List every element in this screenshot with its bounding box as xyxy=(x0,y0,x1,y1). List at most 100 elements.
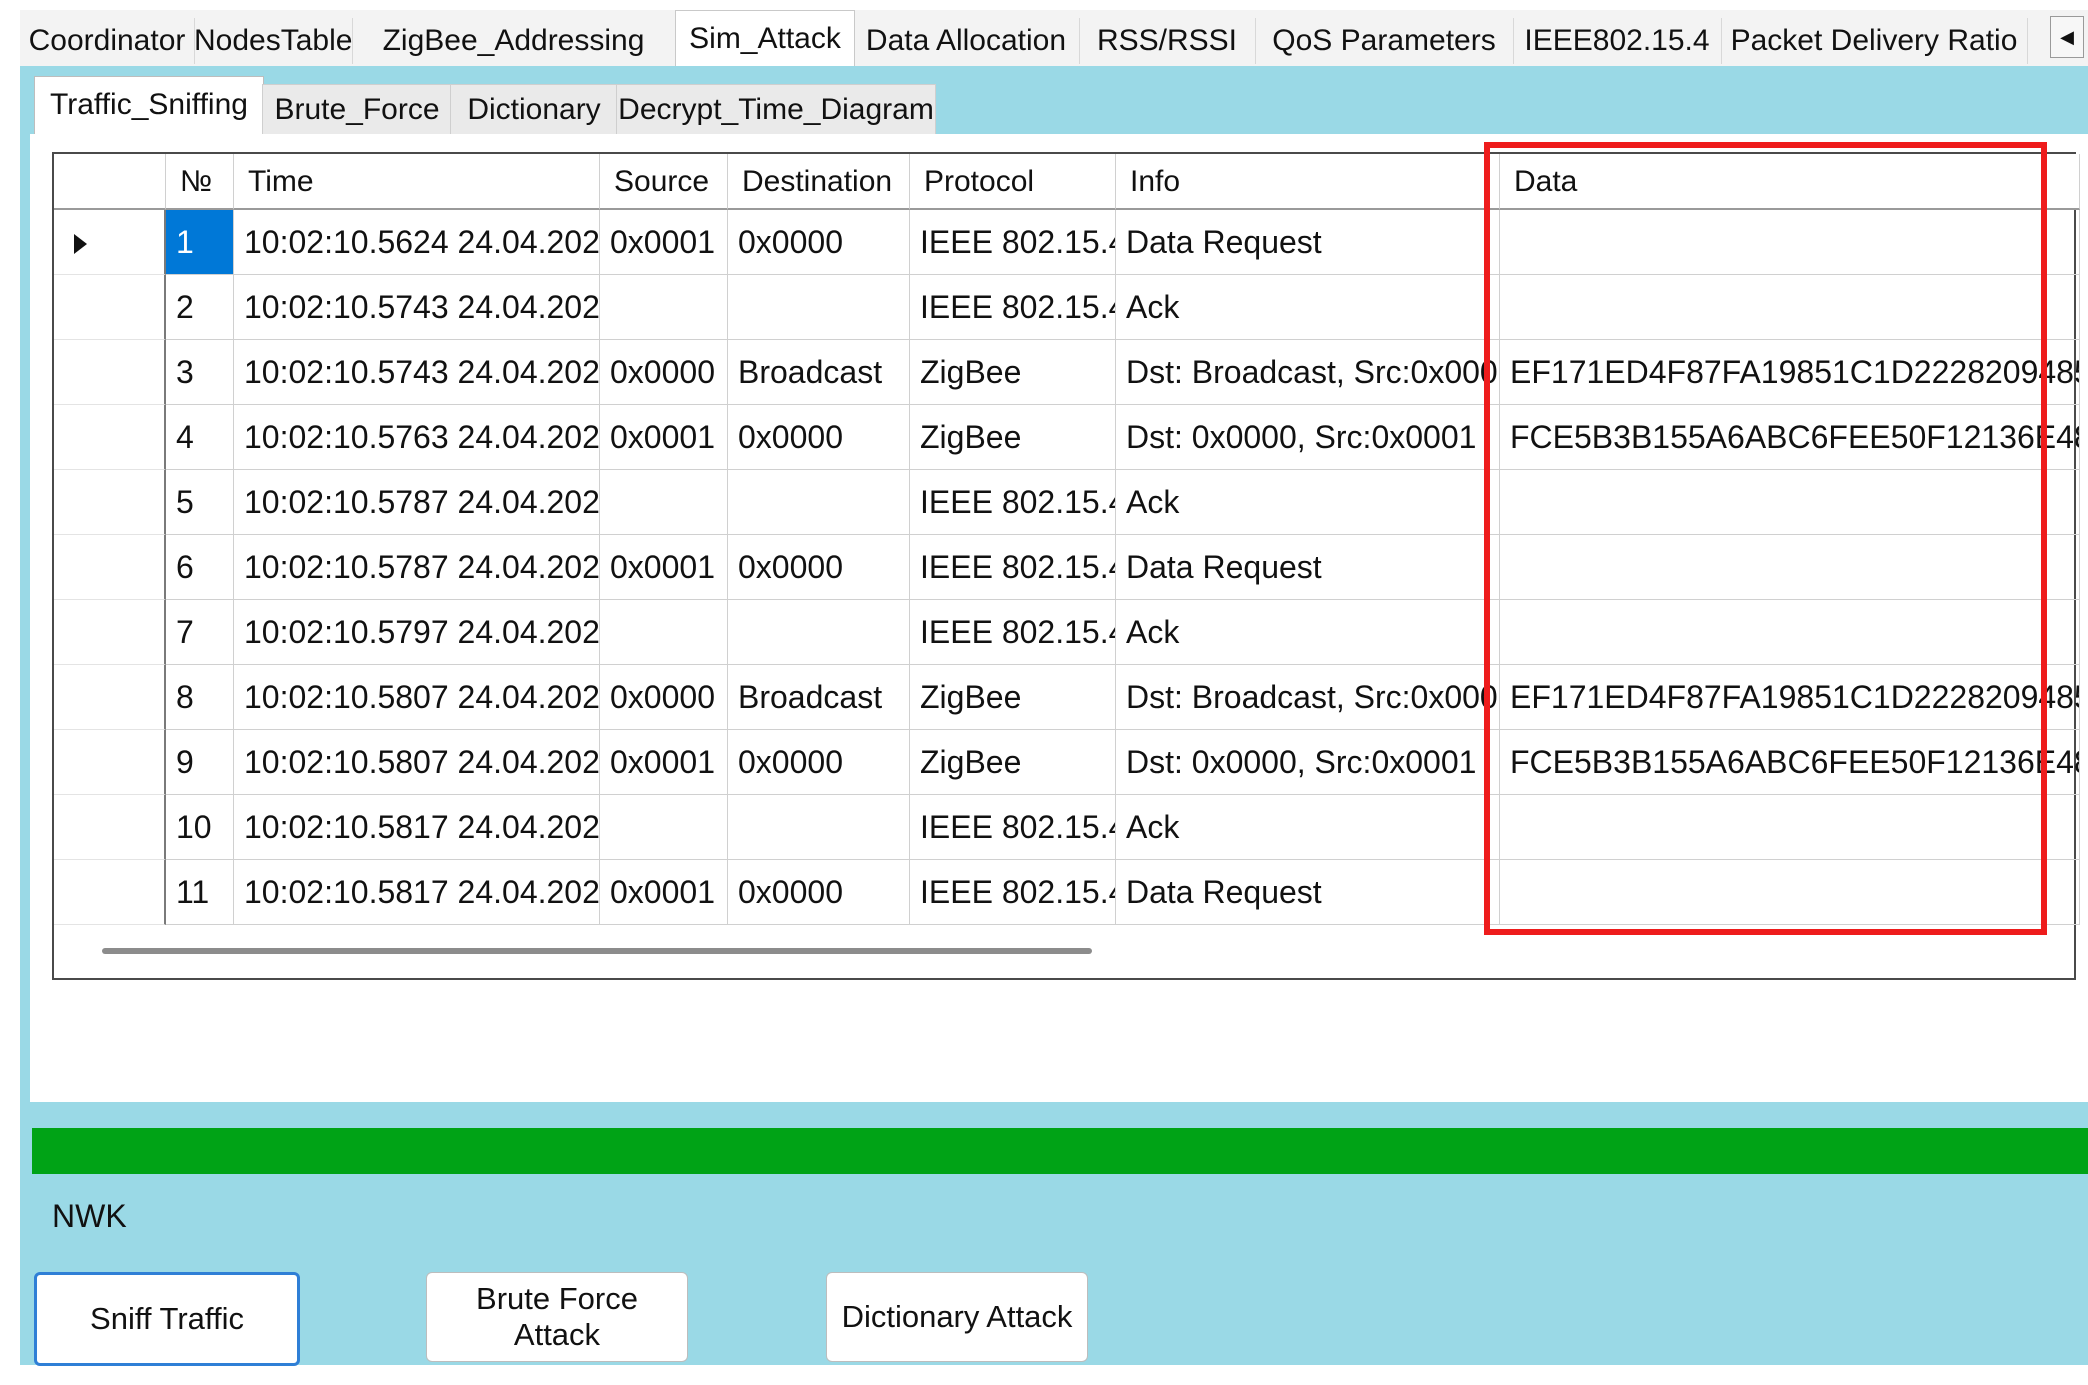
row-header[interactable] xyxy=(54,405,166,470)
row-header[interactable] xyxy=(54,600,166,665)
table-cell-destination[interactable] xyxy=(728,275,910,340)
tab-dictionary[interactable]: Dictionary xyxy=(450,84,618,135)
grid-corner-header[interactable] xyxy=(54,154,166,210)
table-cell-protocol[interactable]: IEEE 802.15.4 xyxy=(910,470,1116,535)
table-cell-source[interactable] xyxy=(600,470,728,535)
table-cell-source[interactable]: 0x0000 xyxy=(600,340,728,405)
table-cell-info[interactable]: Ack xyxy=(1116,470,1500,535)
tab-nodes-table[interactable]: NodesTable xyxy=(194,18,353,64)
column-header-info[interactable]: Info xyxy=(1116,154,1500,210)
table-cell-info[interactable]: Ack xyxy=(1116,275,1500,340)
table-cell-number[interactable]: 1 xyxy=(166,210,234,275)
row-header[interactable] xyxy=(54,730,166,795)
table-cell-info[interactable]: Dst: 0x0000, Src:0x0001 xyxy=(1116,405,1500,470)
column-header-data[interactable]: Data xyxy=(1500,154,2080,210)
table-cell-data[interactable] xyxy=(1500,275,2080,340)
table-cell-source[interactable]: 0x0001 xyxy=(600,535,728,600)
table-cell-protocol[interactable]: ZigBee xyxy=(910,405,1116,470)
table-cell-source[interactable] xyxy=(600,275,728,340)
table-cell-source[interactable] xyxy=(600,795,728,860)
table-cell-destination[interactable]: 0x0000 xyxy=(728,535,910,600)
table-cell-protocol[interactable]: IEEE 802.15.4 xyxy=(910,795,1116,860)
table-cell-time[interactable]: 10:02:10.5624 24.04.2025 xyxy=(234,210,600,275)
table-cell-data[interactable] xyxy=(1500,470,2080,535)
column-header-number[interactable]: № xyxy=(166,154,234,210)
table-cell-destination[interactable] xyxy=(728,600,910,665)
table-cell-time[interactable]: 10:02:10.5817 24.04.2025 xyxy=(234,860,600,925)
tab-rss-rssi[interactable]: RSS/RSSI xyxy=(1079,18,1256,64)
table-cell-data[interactable] xyxy=(1500,535,2080,600)
dictionary-attack-button[interactable]: Dictionary Attack xyxy=(826,1272,1088,1362)
table-cell-protocol[interactable]: ZigBee xyxy=(910,340,1116,405)
tab-data-allocation[interactable]: Data Allocation xyxy=(853,18,1080,64)
horizontal-scrollbar[interactable] xyxy=(102,948,1092,954)
row-header[interactable] xyxy=(54,535,166,600)
table-cell-number[interactable]: 4 xyxy=(166,405,234,470)
column-header-source[interactable]: Source xyxy=(600,154,728,210)
table-cell-source[interactable]: 0x0001 xyxy=(600,405,728,470)
arrow-left-icon[interactable]: ◀ xyxy=(2050,16,2084,58)
table-cell-source[interactable]: 0x0001 xyxy=(600,730,728,795)
table-cell-data[interactable]: EF171ED4F87FA19851C1D2228209485 xyxy=(1500,340,2080,405)
table-cell-number[interactable]: 8 xyxy=(166,665,234,730)
table-cell-destination[interactable] xyxy=(728,795,910,860)
table-cell-time[interactable]: 10:02:10.5797 24.04.2025 xyxy=(234,600,600,665)
table-cell-info[interactable]: Data Request xyxy=(1116,860,1500,925)
table-cell-data[interactable]: EF171ED4F87FA19851C1D2228209485 xyxy=(1500,665,2080,730)
table-cell-protocol[interactable]: ZigBee xyxy=(910,730,1116,795)
table-cell-number[interactable]: 2 xyxy=(166,275,234,340)
table-cell-destination[interactable]: 0x0000 xyxy=(728,210,910,275)
table-cell-protocol[interactable]: IEEE 802.15.4 xyxy=(910,860,1116,925)
row-header[interactable] xyxy=(54,340,166,405)
table-cell-time[interactable]: 10:02:10.5743 24.04.2025 xyxy=(234,340,600,405)
tab-zigbee-addressing[interactable]: ZigBee_Addressing xyxy=(352,18,676,64)
tab-ieee802154[interactable]: IEEE802.15.4 xyxy=(1513,18,1722,64)
row-header[interactable] xyxy=(54,795,166,860)
table-cell-protocol[interactable]: IEEE 802.15.4 xyxy=(910,535,1116,600)
column-header-destination[interactable]: Destination xyxy=(728,154,910,210)
row-header[interactable] xyxy=(54,665,166,730)
packet-grid[interactable]: № Time Source Destination Protocol Info Data 1 1… xyxy=(52,152,2080,980)
tab-qos-parameters[interactable]: QoS Parameters xyxy=(1255,18,1514,64)
table-cell-time[interactable]: 10:02:10.5787 24.04.2025 xyxy=(234,470,600,535)
tab-sim-attack[interactable]: Sim_Attack xyxy=(675,10,855,71)
table-cell-data[interactable]: FCE5B3B155A6ABC6FEE50F12136E48! xyxy=(1500,730,2080,795)
table-cell-number[interactable]: 10 xyxy=(166,795,234,860)
table-cell-destination[interactable]: Broadcast xyxy=(728,340,910,405)
tab-decrypt-time-diagram[interactable]: Decrypt_Time_Diagram xyxy=(616,84,936,135)
table-cell-number[interactable]: 9 xyxy=(166,730,234,795)
table-cell-source[interactable] xyxy=(600,600,728,665)
table-cell-time[interactable]: 10:02:10.5807 24.04.2025 xyxy=(234,730,600,795)
table-cell-protocol[interactable]: IEEE 802.15.4 xyxy=(910,275,1116,340)
table-cell-info[interactable]: Dst: Broadcast, Src:0x0000 xyxy=(1116,340,1500,405)
table-cell-destination[interactable]: 0x0000 xyxy=(728,860,910,925)
table-cell-data[interactable]: FCE5B3B155A6ABC6FEE50F12136E48! xyxy=(1500,405,2080,470)
table-cell-number[interactable]: 11 xyxy=(166,860,234,925)
row-header[interactable] xyxy=(54,860,166,925)
table-cell-time[interactable]: 10:02:10.5763 24.04.2025 xyxy=(234,405,600,470)
table-cell-destination[interactable] xyxy=(728,470,910,535)
table-cell-number[interactable]: 5 xyxy=(166,470,234,535)
table-cell-data[interactable] xyxy=(1500,210,2080,275)
table-cell-destination[interactable]: 0x0000 xyxy=(728,730,910,795)
table-cell-protocol[interactable]: IEEE 802.15.4 xyxy=(910,210,1116,275)
table-cell-data[interactable] xyxy=(1500,795,2080,860)
table-cell-data[interactable] xyxy=(1500,860,2080,925)
tab-packet-delivery-ratio[interactable]: Packet Delivery Ratio xyxy=(1721,18,2028,64)
row-header[interactable] xyxy=(54,470,166,535)
tab-traffic-sniffing[interactable]: Traffic_Sniffing xyxy=(34,76,264,137)
table-cell-info[interactable]: Ack xyxy=(1116,600,1500,665)
table-cell-destination[interactable]: 0x0000 xyxy=(728,405,910,470)
table-cell-number[interactable]: 7 xyxy=(166,600,234,665)
row-header[interactable] xyxy=(54,210,166,275)
table-cell-info[interactable]: Data Request xyxy=(1116,210,1500,275)
column-header-time[interactable]: Time xyxy=(234,154,600,210)
sniff-traffic-button[interactable]: Sniff Traffic xyxy=(34,1272,300,1366)
table-cell-time[interactable]: 10:02:10.5817 24.04.2025 xyxy=(234,795,600,860)
table-cell-info[interactable]: Ack xyxy=(1116,795,1500,860)
brute-force-attack-button[interactable]: Brute Force Attack xyxy=(426,1272,688,1362)
tab-brute-force[interactable]: Brute_Force xyxy=(262,84,452,135)
table-cell-info[interactable]: Dst: 0x0000, Src:0x0001 xyxy=(1116,730,1500,795)
table-cell-info[interactable]: Dst: Broadcast, Src:0x0000 xyxy=(1116,665,1500,730)
tab-coordinator[interactable]: Coordinator xyxy=(20,18,195,64)
